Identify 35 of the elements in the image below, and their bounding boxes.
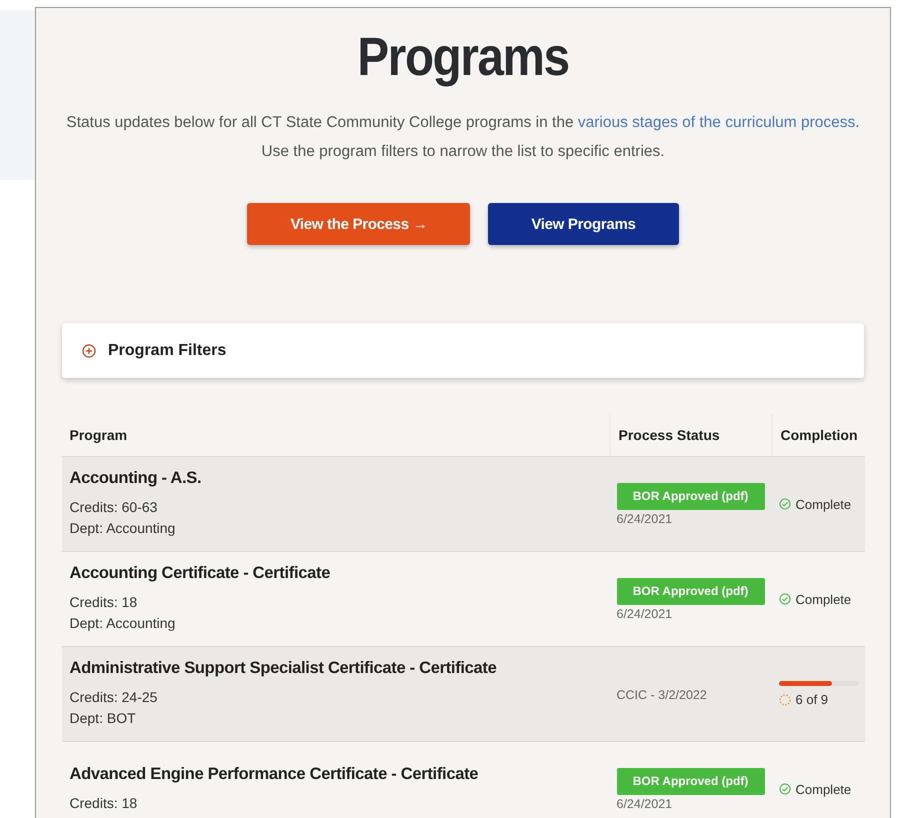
column-header: Program — [68, 426, 128, 445]
check-circle-icon — [778, 783, 790, 795]
program-name: Administrative Support Specialist Certificate - Certificate — [70, 659, 498, 678]
intro-paragraph: Status updates below for all CT State Community College programs in the various stages of the curriculum process. Use the program filters to narrow the list to specific entries. — [65, 113, 861, 162]
filters-label: Program Filters — [108, 342, 226, 360]
credits-text: Credits: 24-25 — [70, 688, 158, 707]
program-name: Accounting Certificate - Certificate — [70, 564, 332, 583]
plus-circle-icon — [82, 344, 96, 358]
status-date: 6/24/2021 — [616, 512, 674, 526]
credits-text: Credits: 18 — [70, 593, 138, 612]
check-circle-icon — [778, 498, 790, 510]
completion-text: Complete — [796, 496, 852, 512]
spinner-icon — [778, 694, 790, 706]
status-badge[interactable]: BOR Approved (pdf) — [616, 578, 764, 604]
status-badge[interactable]: BOR Approved (pdf) — [616, 768, 764, 794]
status-text: CCIC - 3/2/2022 — [616, 688, 708, 702]
page-title: Programs — [357, 26, 569, 88]
status-date: 6/24/2021 — [616, 796, 674, 810]
view-programs-button[interactable]: View Programs — [488, 203, 679, 245]
completion-text: 6 of 9 — [796, 692, 828, 707]
filters-panel[interactable]: Program Filters — [62, 323, 864, 378]
view-process-button[interactable]: View the Process → — [247, 203, 470, 245]
dept-text: Dept: BOT — [70, 709, 137, 728]
program-name: Advanced Engine Performance Certificate - Certificate — [70, 764, 480, 784]
credits-text: Credits: 18 — [70, 794, 138, 812]
dept-text: Dept: Accounting — [70, 519, 176, 538]
program-name: Accounting - A.S. — [70, 469, 202, 488]
status-badge[interactable]: BOR Approved (pdf) — [616, 482, 764, 510]
credits-text: Credits: 60-63 — [70, 498, 158, 517]
completion-text: Complete — [796, 782, 852, 796]
completion-text: Complete — [796, 592, 852, 606]
status-date: 6/24/2021 — [616, 606, 674, 620]
curriculum-link[interactable]: various stages of the curriculum process — [578, 114, 856, 131]
dept-text: Dept: Accounting — [70, 614, 176, 633]
check-circle-icon — [778, 593, 790, 605]
